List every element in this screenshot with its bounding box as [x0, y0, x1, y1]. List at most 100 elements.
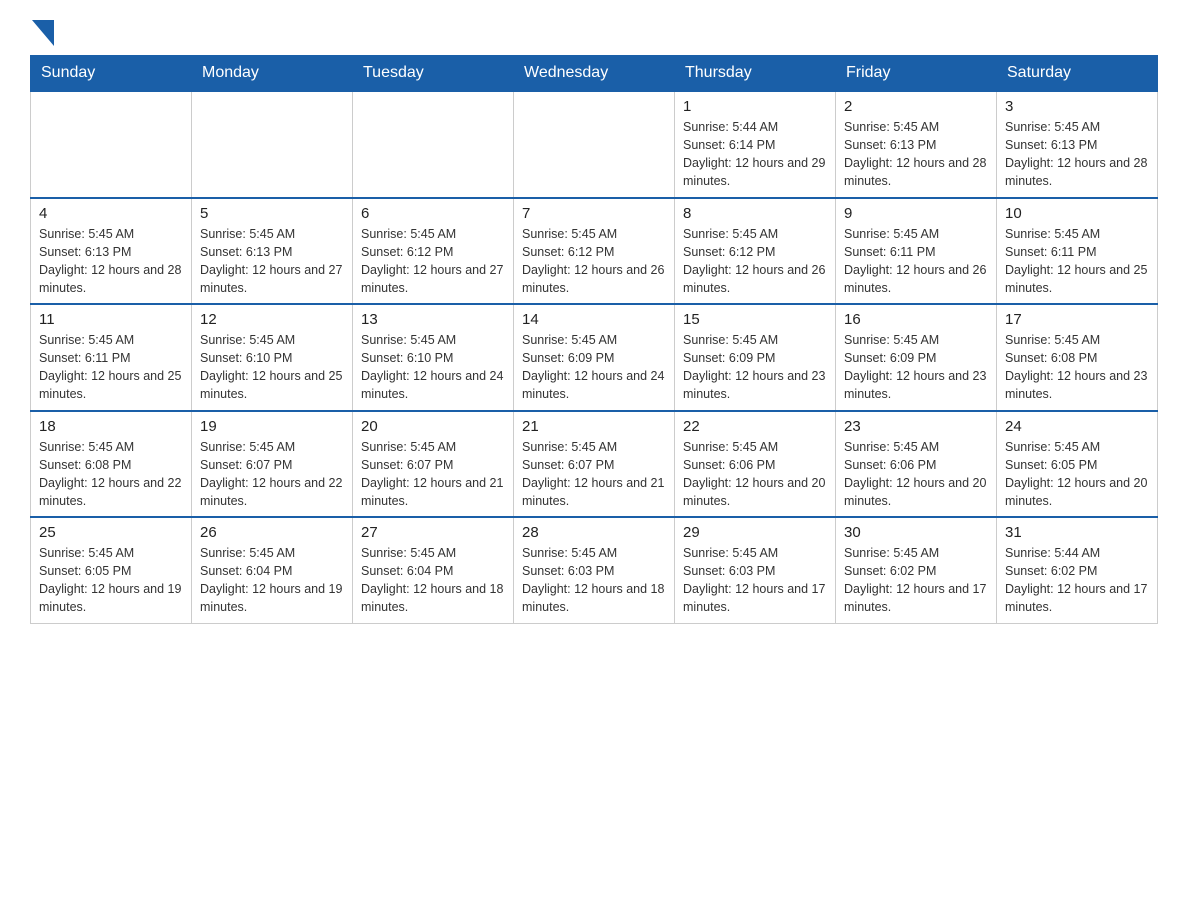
day-info: Sunrise: 5:44 AM Sunset: 6:02 PM Dayligh… — [1005, 544, 1149, 617]
calendar-cell: 13 Sunrise: 5:45 AM Sunset: 6:10 PM Dayli… — [353, 304, 514, 411]
day-info: Sunrise: 5:45 AM Sunset: 6:10 PM Dayligh… — [200, 331, 344, 404]
calendar-cell: 17 Sunrise: 5:45 AM Sunset: 6:08 PM Dayli… — [997, 304, 1158, 411]
day-info: Sunrise: 5:45 AM Sunset: 6:11 PM Dayligh… — [844, 225, 988, 298]
day-number: 5 — [200, 205, 344, 222]
day-number: 22 — [683, 418, 827, 435]
day-number: 16 — [844, 311, 988, 328]
day-info: Sunrise: 5:45 AM Sunset: 6:09 PM Dayligh… — [683, 331, 827, 404]
day-number: 24 — [1005, 418, 1149, 435]
day-number: 8 — [683, 205, 827, 222]
weekday-header-sunday: Sunday — [31, 56, 192, 92]
day-info: Sunrise: 5:45 AM Sunset: 6:10 PM Dayligh… — [361, 331, 505, 404]
calendar-cell: 9 Sunrise: 5:45 AM Sunset: 6:11 PM Daylig… — [836, 198, 997, 305]
day-number: 17 — [1005, 311, 1149, 328]
day-info: Sunrise: 5:45 AM Sunset: 6:03 PM Dayligh… — [522, 544, 666, 617]
weekday-header-tuesday: Tuesday — [353, 56, 514, 92]
day-number: 13 — [361, 311, 505, 328]
day-number: 10 — [1005, 205, 1149, 222]
day-info: Sunrise: 5:45 AM Sunset: 6:05 PM Dayligh… — [1005, 438, 1149, 511]
calendar-cell: 7 Sunrise: 5:45 AM Sunset: 6:12 PM Daylig… — [514, 198, 675, 305]
calendar-cell: 29 Sunrise: 5:45 AM Sunset: 6:03 PM Dayli… — [675, 517, 836, 623]
day-number: 23 — [844, 418, 988, 435]
day-info: Sunrise: 5:45 AM Sunset: 6:13 PM Dayligh… — [1005, 118, 1149, 191]
day-info: Sunrise: 5:45 AM Sunset: 6:08 PM Dayligh… — [1005, 331, 1149, 404]
day-info: Sunrise: 5:45 AM Sunset: 6:12 PM Dayligh… — [522, 225, 666, 298]
day-info: Sunrise: 5:45 AM Sunset: 6:03 PM Dayligh… — [683, 544, 827, 617]
calendar-week-row: 11Sunrise: 5:45 AM Sunset: 6:11 PM Dayli… — [31, 304, 1158, 411]
day-info: Sunrise: 5:45 AM Sunset: 6:04 PM Dayligh… — [361, 544, 505, 617]
calendar-cell: 15Sunrise: 5:45 AM Sunset: 6:09 PM Dayli… — [675, 304, 836, 411]
calendar-week-row: 25 Sunrise: 5:45 AM Sunset: 6:05 PM Dayli… — [31, 517, 1158, 623]
calendar-cell: 12 Sunrise: 5:45 AM Sunset: 6:10 PM Dayli… — [192, 304, 353, 411]
logo — [30, 20, 54, 45]
page-header — [30, 20, 1158, 45]
calendar-cell: 8 Sunrise: 5:45 AM Sunset: 6:12 PM Daylig… — [675, 198, 836, 305]
day-info: Sunrise: 5:45 AM Sunset: 6:07 PM Dayligh… — [522, 438, 666, 511]
day-info: Sunrise: 5:44 AM Sunset: 6:14 PM Dayligh… — [683, 118, 827, 191]
calendar-cell: 23 Sunrise: 5:45 AM Sunset: 6:06 PM Dayli… — [836, 411, 997, 518]
calendar-cell: 20 Sunrise: 5:45 AM Sunset: 6:07 PM Dayli… — [353, 411, 514, 518]
calendar-cell: 28 Sunrise: 5:45 AM Sunset: 6:03 PM Dayli… — [514, 517, 675, 623]
day-info: Sunrise: 5:45 AM Sunset: 6:06 PM Dayligh… — [683, 438, 827, 511]
calendar-cell — [192, 91, 353, 198]
calendar-cell: 24 Sunrise: 5:45 AM Sunset: 6:05 PM Dayli… — [997, 411, 1158, 518]
day-number: 6 — [361, 205, 505, 222]
day-number: 25 — [39, 524, 183, 541]
calendar-cell — [31, 91, 192, 198]
calendar-cell: 22 Sunrise: 5:45 AM Sunset: 6:06 PM Dayli… — [675, 411, 836, 518]
calendar-cell: 10Sunrise: 5:45 AM Sunset: 6:11 PM Dayli… — [997, 198, 1158, 305]
day-number: 31 — [1005, 524, 1149, 541]
calendar-week-row: 1Sunrise: 5:44 AM Sunset: 6:14 PM Daylig… — [31, 91, 1158, 198]
day-info: Sunrise: 5:45 AM Sunset: 6:11 PM Dayligh… — [39, 331, 183, 404]
calendar-cell: 21Sunrise: 5:45 AM Sunset: 6:07 PM Dayli… — [514, 411, 675, 518]
calendar-cell: 25 Sunrise: 5:45 AM Sunset: 6:05 PM Dayli… — [31, 517, 192, 623]
day-number: 30 — [844, 524, 988, 541]
calendar-cell — [514, 91, 675, 198]
day-info: Sunrise: 5:45 AM Sunset: 6:13 PM Dayligh… — [844, 118, 988, 191]
day-number: 27 — [361, 524, 505, 541]
calendar-cell: 19 Sunrise: 5:45 AM Sunset: 6:07 PM Dayli… — [192, 411, 353, 518]
day-info: Sunrise: 5:45 AM Sunset: 6:02 PM Dayligh… — [844, 544, 988, 617]
day-number: 28 — [522, 524, 666, 541]
calendar-table: SundayMondayTuesdayWednesdayThursdayFrid… — [30, 55, 1158, 624]
day-number: 3 — [1005, 98, 1149, 115]
day-info: Sunrise: 5:45 AM Sunset: 6:12 PM Dayligh… — [683, 225, 827, 298]
day-number: 29 — [683, 524, 827, 541]
day-info: Sunrise: 5:45 AM Sunset: 6:05 PM Dayligh… — [39, 544, 183, 617]
calendar-week-row: 4Sunrise: 5:45 AM Sunset: 6:13 PM Daylig… — [31, 198, 1158, 305]
calendar-cell: 5 Sunrise: 5:45 AM Sunset: 6:13 PM Daylig… — [192, 198, 353, 305]
calendar-cell: 16 Sunrise: 5:45 AM Sunset: 6:09 PM Dayli… — [836, 304, 997, 411]
calendar-cell: 11Sunrise: 5:45 AM Sunset: 6:11 PM Dayli… — [31, 304, 192, 411]
weekday-header-saturday: Saturday — [997, 56, 1158, 92]
weekday-header-wednesday: Wednesday — [514, 56, 675, 92]
calendar-cell: 18Sunrise: 5:45 AM Sunset: 6:08 PM Dayli… — [31, 411, 192, 518]
day-number: 20 — [361, 418, 505, 435]
day-info: Sunrise: 5:45 AM Sunset: 6:12 PM Dayligh… — [361, 225, 505, 298]
calendar-cell: 14 Sunrise: 5:45 AM Sunset: 6:09 PM Dayli… — [514, 304, 675, 411]
calendar-header-row: SundayMondayTuesdayWednesdayThursdayFrid… — [31, 56, 1158, 92]
day-info: Sunrise: 5:45 AM Sunset: 6:09 PM Dayligh… — [844, 331, 988, 404]
weekday-header-thursday: Thursday — [675, 56, 836, 92]
calendar-cell: 26 Sunrise: 5:45 AM Sunset: 6:04 PM Dayli… — [192, 517, 353, 623]
day-info: Sunrise: 5:45 AM Sunset: 6:09 PM Dayligh… — [522, 331, 666, 404]
logo-arrow-icon — [32, 20, 54, 51]
day-info: Sunrise: 5:45 AM Sunset: 6:08 PM Dayligh… — [39, 438, 183, 511]
day-info: Sunrise: 5:45 AM Sunset: 6:13 PM Dayligh… — [200, 225, 344, 298]
day-number: 12 — [200, 311, 344, 328]
day-info: Sunrise: 5:45 AM Sunset: 6:07 PM Dayligh… — [200, 438, 344, 511]
day-number: 19 — [200, 418, 344, 435]
calendar-cell: 2Sunrise: 5:45 AM Sunset: 6:13 PM Daylig… — [836, 91, 997, 198]
day-number: 26 — [200, 524, 344, 541]
weekday-header-friday: Friday — [836, 56, 997, 92]
calendar-cell — [353, 91, 514, 198]
day-number: 9 — [844, 205, 988, 222]
day-number: 14 — [522, 311, 666, 328]
calendar-cell: 30 Sunrise: 5:45 AM Sunset: 6:02 PM Dayli… — [836, 517, 997, 623]
day-info: Sunrise: 5:45 AM Sunset: 6:06 PM Dayligh… — [844, 438, 988, 511]
day-info: Sunrise: 5:45 AM Sunset: 6:07 PM Dayligh… — [361, 438, 505, 511]
calendar-week-row: 18Sunrise: 5:45 AM Sunset: 6:08 PM Dayli… — [31, 411, 1158, 518]
day-number: 7 — [522, 205, 666, 222]
calendar-cell: 4Sunrise: 5:45 AM Sunset: 6:13 PM Daylig… — [31, 198, 192, 305]
day-info: Sunrise: 5:45 AM Sunset: 6:04 PM Dayligh… — [200, 544, 344, 617]
calendar-cell: 31 Sunrise: 5:44 AM Sunset: 6:02 PM Dayli… — [997, 517, 1158, 623]
